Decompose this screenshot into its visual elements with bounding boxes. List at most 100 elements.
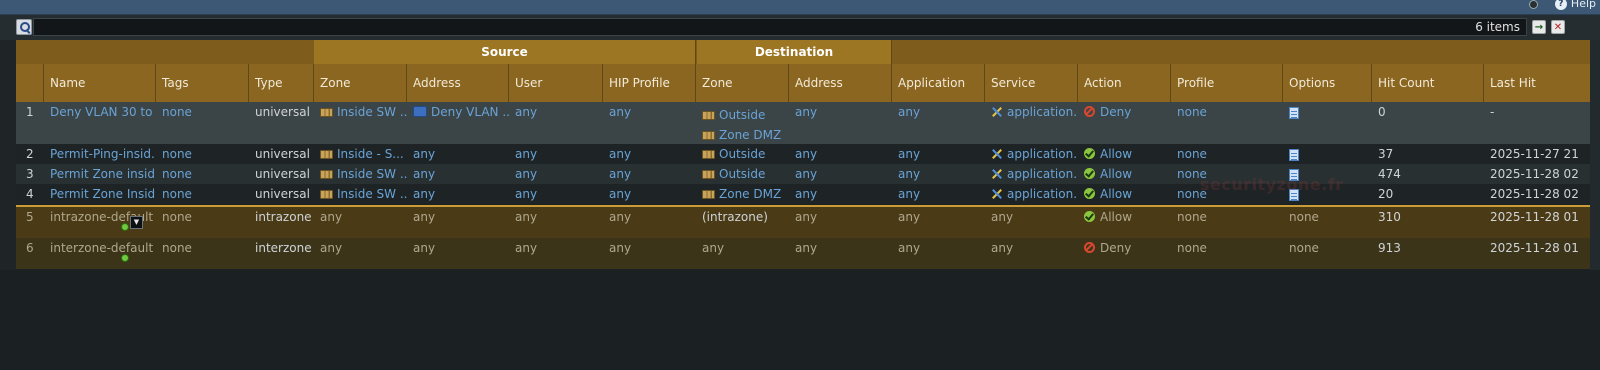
col-application-header[interactable]: Application: [892, 64, 985, 102]
source-user: any: [515, 210, 538, 224]
action[interactable]: Allow: [1078, 207, 1171, 238]
rule-name[interactable]: Permit-Ping-insid...: [44, 144, 156, 164]
rule-tags[interactable]: none: [156, 102, 249, 144]
last-hit: -: [1490, 105, 1495, 119]
rule-type: universal: [255, 167, 310, 181]
source-address[interactable]: any: [407, 184, 509, 204]
globe-icon[interactable]: [1529, 0, 1538, 9]
rule-tags[interactable]: none: [156, 164, 249, 184]
source-user[interactable]: any: [509, 102, 603, 144]
options-document-icon[interactable]: [1289, 149, 1299, 161]
table-row[interactable]: 3 Permit Zone insid... none universal In…: [16, 164, 1600, 184]
hip-profile[interactable]: any: [603, 184, 696, 204]
table-row[interactable]: 6 interzone-default none interzone any a…: [16, 238, 1600, 269]
destination-zone-label: Zone DMZ: [719, 128, 782, 142]
source-user[interactable]: any: [509, 184, 603, 204]
service[interactable]: application...: [985, 164, 1078, 184]
destination-address[interactable]: any: [789, 144, 892, 164]
action[interactable]: Allow: [1078, 144, 1171, 164]
service[interactable]: application...: [985, 184, 1078, 204]
rule-type: universal: [255, 187, 310, 201]
rule-type: interzone: [255, 241, 312, 255]
hip-profile[interactable]: any: [603, 144, 696, 164]
search-icon[interactable]: [16, 19, 32, 35]
action[interactable]: Deny: [1078, 102, 1171, 144]
deny-icon: [1084, 242, 1095, 253]
table-row[interactable]: 5 intrazone-default ▼ none intrazone any…: [16, 205, 1600, 238]
col-type-header[interactable]: Type: [249, 64, 314, 102]
col-tags-header[interactable]: Tags: [156, 64, 249, 102]
profile[interactable]: none: [1171, 144, 1283, 164]
rule-name[interactable]: Permit Zone insid...: [44, 164, 156, 184]
source-user[interactable]: any: [509, 144, 603, 164]
col-name-header[interactable]: Name: [44, 64, 156, 102]
service-icon: [991, 148, 1003, 160]
table-row[interactable]: 2 Permit-Ping-insid... none universal In…: [16, 144, 1600, 164]
source-zone[interactable]: Inside SW ...: [314, 164, 407, 184]
options[interactable]: [1283, 102, 1372, 144]
options-document-icon[interactable]: [1289, 107, 1299, 119]
options[interactable]: [1283, 144, 1372, 164]
application: any: [898, 210, 921, 224]
action[interactable]: Deny: [1078, 238, 1171, 269]
col-hit-count-header[interactable]: Hit Count: [1372, 64, 1484, 102]
col-dst-address-header[interactable]: Address: [789, 64, 892, 102]
options: none: [1289, 210, 1319, 224]
service[interactable]: application...: [985, 144, 1078, 164]
destination-zone[interactable]: Outside: [696, 164, 789, 184]
table-row[interactable]: 4 Permit Zone Insid... none universal In…: [16, 184, 1600, 204]
destination-zone-label: Outside: [719, 167, 766, 181]
zone-icon: [320, 108, 333, 117]
table-row[interactable]: 1 Deny VLAN 30 to ... none universal Ins…: [16, 102, 1600, 144]
col-last-hit-header[interactable]: Last Hit: [1484, 64, 1600, 102]
rule-tags[interactable]: none: [156, 144, 249, 164]
source-address[interactable]: any: [407, 164, 509, 184]
hip-profile[interactable]: any: [603, 102, 696, 144]
col-user-header[interactable]: User: [509, 64, 603, 102]
application[interactable]: any: [892, 184, 985, 204]
help-link[interactable]: ? Help: [1554, 0, 1596, 10]
service[interactable]: application...: [985, 102, 1078, 144]
rule-tags[interactable]: none: [156, 184, 249, 204]
col-action-header[interactable]: Action: [1078, 64, 1171, 102]
zone-icon: [702, 150, 715, 159]
source-address[interactable]: Deny VLAN ...: [407, 102, 509, 144]
col-hip-profile-header[interactable]: HIP Profile: [603, 64, 696, 102]
service-label: application...: [1007, 147, 1078, 161]
clear-filter-button[interactable]: ✕: [1551, 20, 1565, 34]
col-options-header[interactable]: Options: [1283, 64, 1372, 102]
source-user[interactable]: any: [509, 164, 603, 184]
col-profile-header[interactable]: Profile: [1171, 64, 1283, 102]
action[interactable]: Allow: [1078, 164, 1171, 184]
application[interactable]: any: [892, 164, 985, 184]
destination-address[interactable]: any: [789, 102, 892, 144]
filter-input[interactable]: [33, 18, 1527, 36]
col-service-header[interactable]: Service: [985, 64, 1078, 102]
destination-zone[interactable]: Outside Zone DMZ: [696, 102, 789, 144]
rule-name[interactable]: Deny VLAN 30 to ...: [44, 102, 156, 144]
rule-name[interactable]: interzone-default: [44, 238, 156, 269]
source-zone[interactable]: Inside SW ...: [314, 102, 407, 144]
rule-tags: none: [162, 210, 192, 224]
source-zone[interactable]: Inside - S...: [314, 144, 407, 164]
application[interactable]: any: [892, 102, 985, 144]
col-src-zone-header[interactable]: Zone: [314, 64, 407, 102]
hip-profile[interactable]: any: [603, 164, 696, 184]
apply-filter-button[interactable]: →: [1532, 20, 1546, 34]
source-address[interactable]: any: [407, 144, 509, 164]
hit-count: 310: [1378, 210, 1401, 224]
application[interactable]: any: [892, 144, 985, 164]
destination-zone[interactable]: Outside: [696, 144, 789, 164]
col-dst-zone-header[interactable]: Zone: [696, 64, 789, 102]
rule-name[interactable]: Permit Zone Insid...: [44, 184, 156, 204]
action[interactable]: Allow: [1078, 184, 1171, 204]
destination-address[interactable]: any: [789, 164, 892, 184]
destination-address[interactable]: any: [789, 184, 892, 204]
destination-zone[interactable]: Zone DMZ: [696, 184, 789, 204]
vertical-scrollbar[interactable]: [1590, 40, 1600, 270]
col-src-address-header[interactable]: Address: [407, 64, 509, 102]
rule-menu-dropdown[interactable]: ▼: [130, 216, 143, 229]
profile[interactable]: none: [1171, 102, 1283, 144]
last-hit: 2025-11-28 01: [1490, 241, 1579, 255]
source-zone[interactable]: Inside SW ...: [314, 184, 407, 204]
